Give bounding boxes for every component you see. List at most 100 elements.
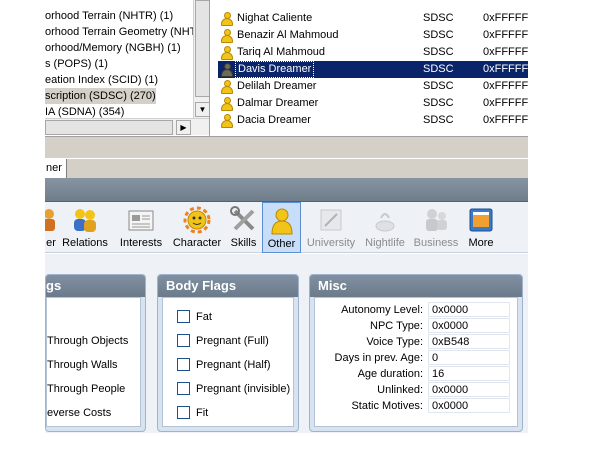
toolbar-button-er[interactable]: er <box>45 202 57 253</box>
sim-person-icon <box>221 29 233 43</box>
tree-item[interactable]: orhood/Memory (NGBH) (1) <box>45 40 181 56</box>
sim-row[interactable]: Tariq Al Mahmoud SDSC 0xFFFFFFFF <box>218 44 528 61</box>
toolbar-label: er <box>46 237 56 249</box>
misc-panel: Misc Autonomy Level: 0x0000 NPC Type: 0x000… <box>309 274 523 432</box>
career-icon <box>45 206 57 234</box>
sim-resource-type: SDSC <box>423 46 454 58</box>
checkbox[interactable] <box>177 334 190 347</box>
sim-resource-type: SDSC <box>423 63 454 75</box>
ghost-flag-label: Through Walls <box>47 359 118 371</box>
misc-value-field[interactable]: 0x0000 <box>428 302 510 317</box>
body-flags-body: Fat Pregnant (Full) Pregnant (Half) Pregnan… <box>162 297 294 427</box>
interests-icon <box>127 206 155 234</box>
toolbar-label: Skills <box>230 237 257 249</box>
sim-instance-id: 0xFFFFFFFF <box>483 12 528 24</box>
tree-item[interactable]: orhood Terrain (NHTR) (1) <box>45 8 173 24</box>
misc-row: Voice Type: 0xB548 <box>315 334 520 350</box>
tree-item[interactable]: orhood Terrain Geometry (NHTG) <box>45 24 209 40</box>
other-icon <box>268 207 296 235</box>
toolbar-button-more[interactable]: More <box>462 202 500 253</box>
sim-resource-type: SDSC <box>423 29 454 41</box>
checkbox[interactable] <box>177 310 190 323</box>
body-flags-panel: Body Flags Fat Pregnant (Full) Pregnant (H… <box>157 274 299 432</box>
body-flag-row[interactable]: Fat <box>163 309 297 325</box>
scroll-right-arrow-icon[interactable]: ▶ <box>176 120 191 135</box>
body-flag-label: Pregnant (Half) <box>196 359 271 371</box>
sim-row[interactable]: Davis Dreamer SDSC 0xFFFFFFFF <box>218 61 528 78</box>
misc-label: Unlinked: <box>377 384 423 396</box>
body-flag-row[interactable]: Pregnant (invisible) <box>163 381 297 397</box>
sim-row[interactable]: Benazir Al Mahmoud SDSC 0xFFFFFFFF <box>218 27 528 44</box>
tree-item[interactable]: scription (SDSC) (270) <box>45 88 156 104</box>
tab-sim-browser[interactable]: ner <box>45 159 67 179</box>
sim-list[interactable]: Nighat CalienteSDSC0xFFFFFFFFBenazir Al … <box>218 0 528 136</box>
tree-hscroll-thumb[interactable] <box>45 120 173 135</box>
sim-person-icon <box>221 46 233 60</box>
more-icon <box>467 206 495 234</box>
business-icon <box>422 206 450 234</box>
sim-instance-id: 0xFFFFFFFF <box>483 114 528 126</box>
toolbar-button-interests[interactable]: Interests <box>113 202 169 253</box>
body-flag-label: Fat <box>196 311 212 323</box>
sim-name: Benazir Al Mahmoud <box>237 29 339 41</box>
sim-name: Dalmar Dreamer <box>237 97 319 109</box>
misc-row: Days in prev. Age: 0 <box>315 350 520 366</box>
toolbar-button-other[interactable]: Other <box>262 202 301 253</box>
ghost-flag-label: Through People <box>47 383 126 395</box>
misc-value-field[interactable]: 0 <box>428 350 510 365</box>
misc-label: Autonomy Level: <box>341 304 423 316</box>
body-flag-row[interactable]: Pregnant (Half) <box>163 357 297 373</box>
sim-row[interactable]: Dacia Dreamer SDSC 0xFFFFFFFF <box>218 112 528 129</box>
category-toolbar: er Relations Interests Character Skills Other… <box>45 202 528 253</box>
misc-value-field[interactable]: 16 <box>428 366 510 381</box>
body-flag-row[interactable]: Fit <box>163 405 297 421</box>
sim-person-icon <box>221 114 233 128</box>
tree-item[interactable]: eation Index (SCID) (1) <box>45 72 158 88</box>
sim-row[interactable]: Nighat Caliente SDSC 0xFFFFFFFF <box>218 10 528 27</box>
checkbox[interactable] <box>177 406 190 419</box>
toolbar-button-nightlife[interactable]: Nightlife <box>361 202 409 253</box>
sim-name: Davis Dreamer <box>235 61 315 78</box>
toolbar-label: Character <box>172 237 222 249</box>
flags-area: gs Through Objects Through Walls Through P… <box>45 254 528 433</box>
sim-row[interactable]: Delilah Dreamer SDSC 0xFFFFFFFF <box>218 78 528 95</box>
misc-value-field[interactable]: 0x0000 <box>428 398 510 413</box>
sim-resource-type: SDSC <box>423 12 454 24</box>
misc-title: Misc <box>310 275 522 297</box>
resource-tree[interactable]: orhood Terrain (NHTR) (1) orhood Terrain … <box>45 0 210 136</box>
tree-vertical-scrollbar[interactable]: ▼ <box>193 0 209 118</box>
body-flag-label: Pregnant (invisible) <box>196 383 291 395</box>
toolbar-button-university[interactable]: University <box>303 202 359 253</box>
sims-editor-window: orhood Terrain (NHTR) (1) orhood Terrain … <box>45 0 528 433</box>
misc-row: Autonomy Level: 0x0000 <box>315 302 520 318</box>
nightlife-icon <box>371 206 399 234</box>
sim-row[interactable]: Dalmar Dreamer SDSC 0xFFFFFFFF <box>218 95 528 112</box>
tree-item[interactable]: s (POPS) (1) <box>45 56 108 72</box>
checkbox[interactable] <box>177 358 190 371</box>
ghost-flags-panel: gs Through Objects Through Walls Through P… <box>45 274 146 432</box>
misc-row: NPC Type: 0x0000 <box>315 318 520 334</box>
misc-row: Unlinked: 0x0000 <box>315 382 520 398</box>
tree-horizontal-scrollbar[interactable]: ▶ <box>45 118 209 135</box>
body-flag-label: Fit <box>196 407 209 419</box>
sim-instance-id: 0xFFFFFFFF <box>483 29 528 41</box>
misc-value-field[interactable]: 0x0000 <box>428 318 510 333</box>
toolbar-button-skills[interactable]: Skills <box>225 202 262 253</box>
body-flag-row[interactable]: Pregnant (Full) <box>163 333 297 349</box>
toolbar-button-relations[interactable]: Relations <box>57 202 113 253</box>
misc-value-field[interactable]: 0x0000 <box>428 382 510 397</box>
checkbox[interactable] <box>177 382 190 395</box>
toolbar-button-character[interactable]: Character <box>169 202 225 253</box>
misc-label: Days in prev. Age: <box>334 352 423 364</box>
sim-person-icon <box>221 80 233 94</box>
toolbar-button-business[interactable]: Business <box>412 202 460 253</box>
tree-vscroll-thumb[interactable] <box>195 0 209 97</box>
misc-value-field[interactable]: 0xB548 <box>428 334 510 349</box>
body-flag-label: Pregnant (Full) <box>196 335 269 347</box>
scroll-down-arrow-icon[interactable]: ▼ <box>195 102 209 117</box>
university-icon <box>317 206 345 234</box>
toolbar-label: Interests <box>119 237 163 249</box>
toolbar-label: Business <box>413 237 459 249</box>
ghost-flags-body: Through Objects Through Walls Through Peop… <box>46 297 141 427</box>
ghost-flag-label: everse Costs <box>47 407 112 419</box>
